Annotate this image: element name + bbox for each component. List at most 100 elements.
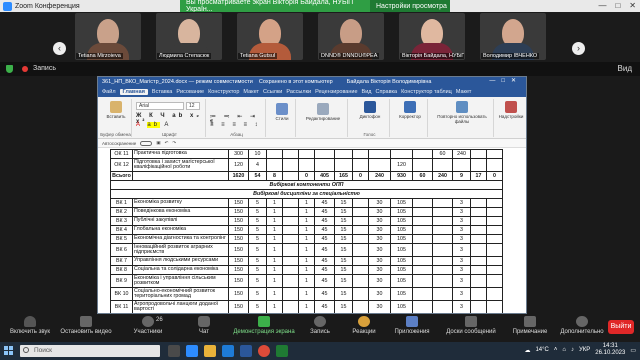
course-code[interactable]: ВК 1 [110, 198, 133, 208]
apps-button[interactable]: Приложения [382, 316, 442, 335]
table-cell[interactable]: 1 [266, 256, 283, 266]
table-cell[interactable] [432, 274, 453, 288]
table-cell[interactable]: 1 [298, 198, 315, 208]
course-name[interactable]: Соціальна та солідарна економіка [132, 265, 229, 275]
table-cell[interactable] [334, 158, 353, 172]
table-cell[interactable]: 3 [452, 198, 471, 208]
table-cell[interactable] [412, 287, 433, 301]
table-cell[interactable]: 105 [390, 225, 413, 235]
course-name[interactable]: Інноваційний розвиток аграрних підприємс… [132, 243, 229, 257]
table-cell[interactable]: 60 [432, 149, 453, 159]
table-cell[interactable]: 15 [334, 234, 353, 244]
table-cell[interactable]: 3 [452, 256, 471, 266]
table-cell[interactable] [470, 300, 487, 313]
whiteboards-button[interactable]: Доски сообщений [436, 316, 506, 335]
course-code[interactable]: ОК 12 [110, 158, 133, 172]
table-cell[interactable]: 3 [452, 207, 471, 217]
table-cell[interactable]: 3 [452, 265, 471, 275]
task-view-icon[interactable] [168, 345, 180, 357]
table-cell[interactable] [282, 274, 299, 288]
table-cell[interactable] [266, 149, 283, 159]
course-code[interactable]: ОК 11 [110, 149, 133, 159]
table-cell[interactable]: 15 [334, 274, 353, 288]
course-name[interactable]: Поведінкова економіка [132, 207, 229, 217]
table-cell[interactable] [352, 198, 369, 208]
table-cell[interactable]: 105 [390, 216, 413, 226]
table-cell[interactable]: 1 [266, 243, 283, 257]
table-cell[interactable] [470, 198, 487, 208]
course-name[interactable]: Управління людськими ресурсами [132, 256, 229, 266]
windows-start-icon[interactable] [4, 346, 14, 356]
color-buttons-icon[interactable]: A ab A [136, 122, 171, 128]
table-cell[interactable]: 1 [298, 216, 315, 226]
table-cell[interactable]: 5 [248, 216, 267, 226]
minimize-button[interactable]: — [598, 0, 606, 12]
table-cell[interactable]: 15 [334, 300, 353, 313]
table-cell[interactable] [412, 256, 433, 266]
file-explorer-icon[interactable] [204, 345, 216, 357]
table-cell[interactable] [470, 216, 487, 226]
table-cell[interactable]: 105 [390, 198, 413, 208]
table-cell[interactable]: 30 [368, 300, 391, 313]
table-cell[interactable] [432, 225, 453, 235]
table-cell[interactable] [432, 256, 453, 266]
table-cell[interactable] [352, 265, 369, 275]
addins-button[interactable]: Надстройки [498, 101, 524, 119]
table-cell[interactable]: 5 [248, 243, 267, 257]
table-cell[interactable]: 1 [298, 287, 315, 301]
edge-browser-icon[interactable] [222, 345, 234, 357]
table-cell[interactable]: 5 [248, 300, 267, 313]
table-cell[interactable]: 30 [368, 243, 391, 257]
table-cell[interactable]: 45 [314, 216, 335, 226]
table-cell[interactable] [352, 225, 369, 235]
volume-icon[interactable]: ♪ [571, 347, 574, 353]
close-button[interactable]: ✕ [629, 0, 636, 12]
table-cell[interactable] [368, 158, 391, 172]
word-taskbar-icon[interactable] [240, 345, 252, 357]
table-cell[interactable] [452, 158, 471, 172]
table-cell[interactable]: 45 [314, 234, 335, 244]
table-cell[interactable] [470, 225, 487, 235]
table-cell[interactable]: 1 [298, 243, 315, 257]
table-cell[interactable]: 9 [452, 171, 471, 181]
table-cell[interactable]: 120 [390, 158, 413, 172]
course-code[interactable]: ВК 3 [110, 216, 133, 226]
table-cell[interactable] [282, 256, 299, 266]
course-name[interactable] [132, 171, 229, 181]
course-code[interactable]: ВК 4 [110, 225, 133, 235]
table-cell[interactable] [486, 287, 503, 301]
network-icon[interactable]: ⌂ [562, 347, 566, 353]
table-cell[interactable] [352, 287, 369, 301]
course-code[interactable]: ВК 2 [110, 207, 133, 217]
table-cell[interactable]: 1 [298, 274, 315, 288]
table-cell[interactable] [282, 198, 299, 208]
table-cell[interactable]: 3 [452, 287, 471, 301]
table-cell[interactable]: 45 [314, 243, 335, 257]
table-cell[interactable] [352, 243, 369, 257]
table-cell[interactable]: 45 [314, 225, 335, 235]
table-cell[interactable] [334, 149, 353, 159]
table-cell[interactable] [352, 158, 369, 172]
table-cell[interactable]: 30 [368, 225, 391, 235]
table-cell[interactable]: 150 [228, 216, 249, 226]
table-cell[interactable]: 1620 [228, 171, 249, 181]
course-code[interactable]: ВК 10 [110, 287, 133, 301]
table-cell[interactable]: 30 [368, 207, 391, 217]
table-cell[interactable]: 5 [248, 234, 267, 244]
table-cell[interactable]: 105 [390, 274, 413, 288]
course-name[interactable]: Економічна діагностика та контролінг [132, 234, 229, 244]
table-cell[interactable] [282, 171, 299, 181]
tab-draw[interactable]: Рисование [176, 89, 204, 95]
notes-button[interactable]: Примечание [500, 316, 560, 335]
editing-button[interactable]: Редактирование [300, 103, 346, 121]
table-cell[interactable]: 1 [298, 256, 315, 266]
table-cell[interactable] [412, 300, 433, 313]
table-cell[interactable]: 150 [228, 207, 249, 217]
course-name[interactable]: Підготовка і захист магістерської кваліф… [132, 158, 229, 172]
participants-button[interactable]: Участники 26 [118, 316, 178, 335]
course-code[interactable]: ВК 9 [110, 274, 133, 288]
participant-tile[interactable]: DNND® DNNDU®PEA [318, 13, 384, 60]
table-cell[interactable]: 3 [452, 274, 471, 288]
table-cell[interactable]: 15 [334, 265, 353, 275]
table-cell[interactable]: 150 [228, 287, 249, 301]
